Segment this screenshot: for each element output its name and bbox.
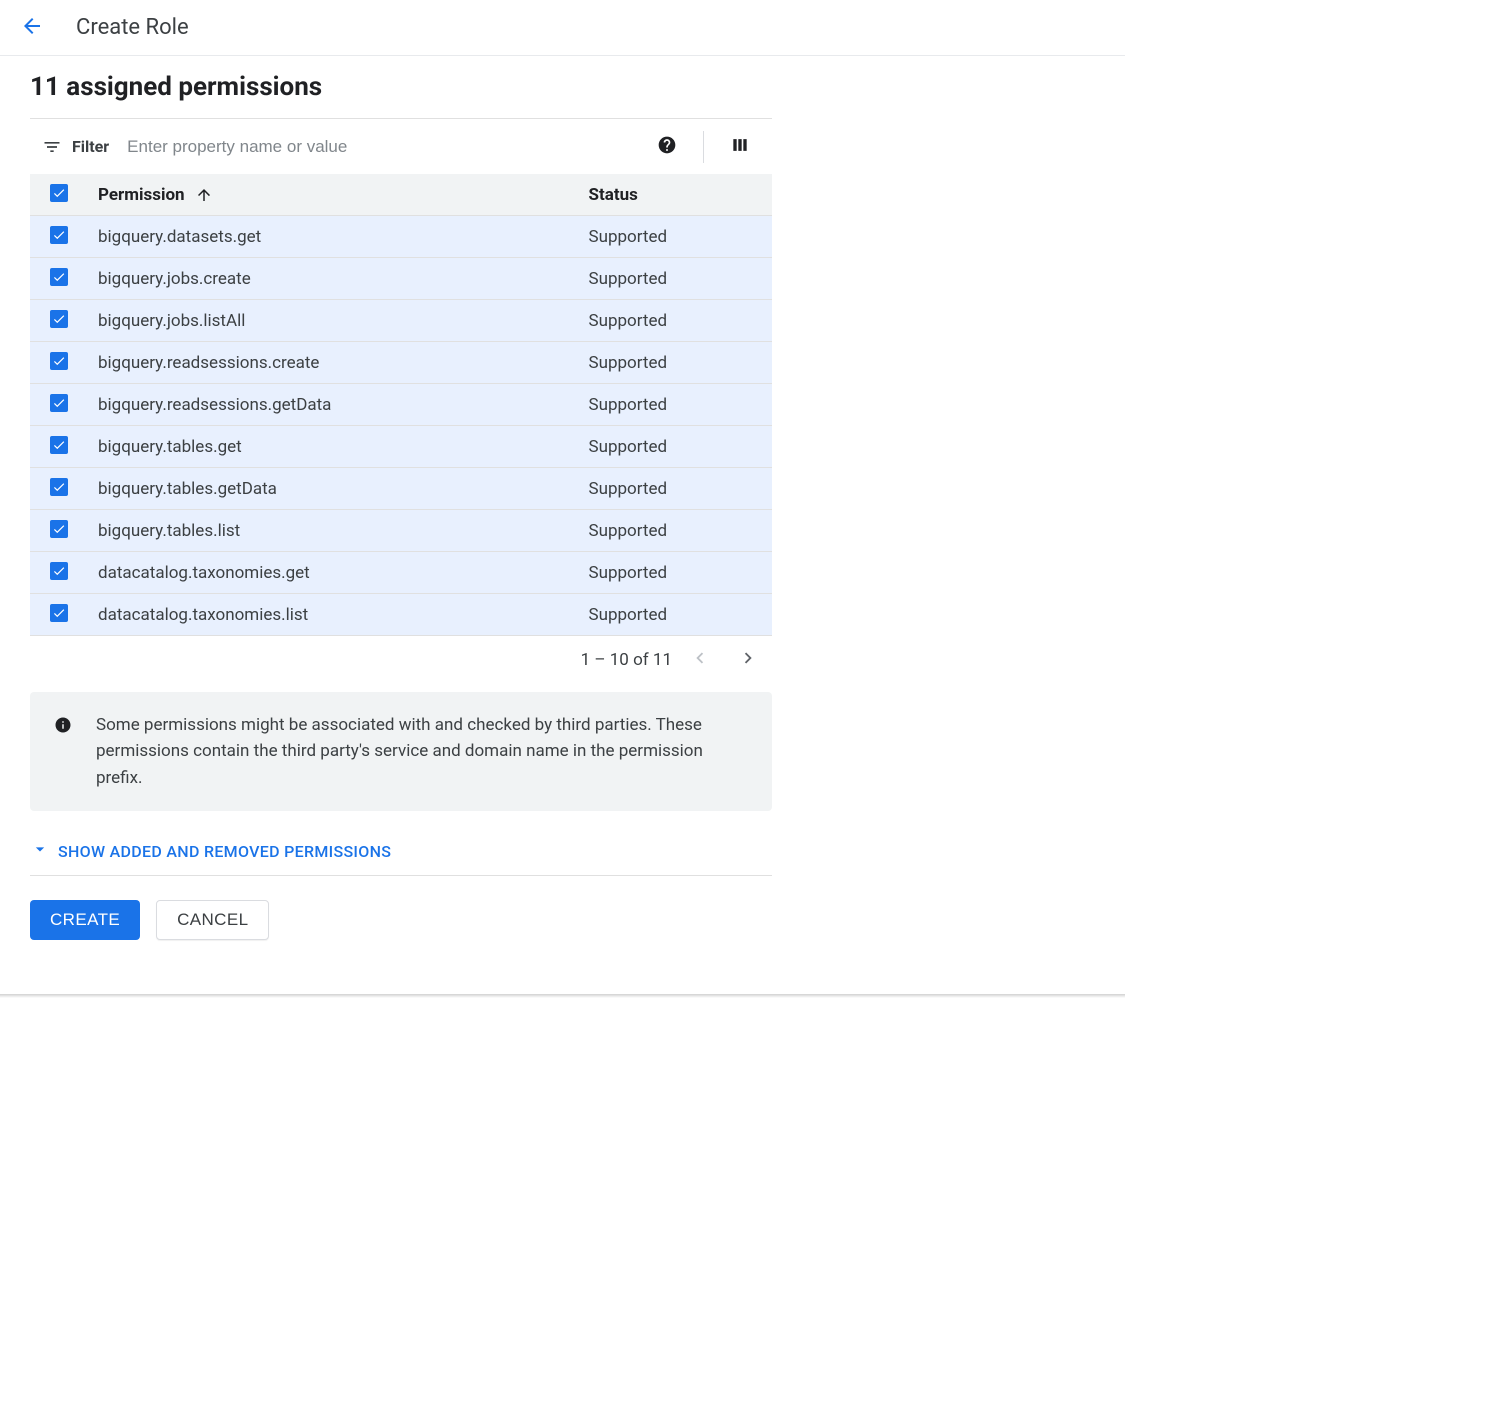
next-page-button[interactable] <box>728 640 768 680</box>
status-cell: Supported <box>577 468 773 510</box>
status-cell: Supported <box>577 426 773 468</box>
chevron-down-icon <box>30 839 50 863</box>
divider <box>703 131 704 163</box>
topbar: Create Role <box>0 0 1125 56</box>
status-cell: Supported <box>577 300 773 342</box>
permission-cell: bigquery.readsessions.getData <box>86 384 577 426</box>
filter-icon <box>42 137 62 157</box>
status-cell: Supported <box>577 384 773 426</box>
status-cell: Supported <box>577 594 773 636</box>
table-row: bigquery.jobs.createSupported <box>30 258 772 300</box>
status-column-header[interactable]: Status <box>577 174 773 216</box>
back-button[interactable] <box>16 10 48 46</box>
row-checkbox[interactable] <box>50 436 68 454</box>
filter-input[interactable] <box>119 137 637 157</box>
create-button[interactable]: CREATE <box>30 900 140 940</box>
info-box: Some permissions might be associated wit… <box>30 692 772 811</box>
table-row: bigquery.jobs.listAllSupported <box>30 300 772 342</box>
table-row: bigquery.readsessions.getDataSupported <box>30 384 772 426</box>
table-header-row: Permission Status <box>30 174 772 216</box>
select-all-checkbox[interactable] <box>50 184 68 202</box>
arrow-left-icon <box>20 14 44 42</box>
prev-page-button[interactable] <box>680 640 720 680</box>
info-text: Some permissions might be associated wit… <box>96 712 748 791</box>
divider <box>30 875 772 876</box>
permission-cell: bigquery.jobs.listAll <box>86 300 577 342</box>
table-row: datacatalog.taxonomies.listSupported <box>30 594 772 636</box>
status-cell: Supported <box>577 342 773 384</box>
filter-label: Filter <box>72 137 109 156</box>
pagination-label: 1 – 10 of 11 <box>581 650 672 670</box>
status-cell: Supported <box>577 510 773 552</box>
permission-cell: bigquery.tables.get <box>86 426 577 468</box>
row-checkbox[interactable] <box>50 310 68 328</box>
permission-cell: bigquery.jobs.create <box>86 258 577 300</box>
permission-cell: bigquery.readsessions.create <box>86 342 577 384</box>
assigned-permissions-heading: 11 assigned permissions <box>30 72 772 102</box>
status-cell: Supported <box>577 216 773 258</box>
bottom-shadow <box>0 994 1125 998</box>
permission-cell: datacatalog.taxonomies.get <box>86 552 577 594</box>
permission-header-label: Permission <box>98 185 185 205</box>
help-icon <box>657 135 677 159</box>
permission-cell: bigquery.tables.list <box>86 510 577 552</box>
table-row: bigquery.tables.getDataSupported <box>30 468 772 510</box>
cancel-button[interactable]: CANCEL <box>156 900 269 940</box>
permission-cell: datacatalog.taxonomies.list <box>86 594 577 636</box>
pagination: 1 – 10 of 11 <box>30 636 772 684</box>
columns-button[interactable] <box>720 127 760 167</box>
row-checkbox[interactable] <box>50 352 68 370</box>
row-checkbox[interactable] <box>50 226 68 244</box>
row-checkbox[interactable] <box>50 562 68 580</box>
table-row: bigquery.tables.getSupported <box>30 426 772 468</box>
status-cell: Supported <box>577 552 773 594</box>
content: 11 assigned permissions Filter <box>0 56 802 988</box>
table-row: bigquery.readsessions.createSupported <box>30 342 772 384</box>
table-row: bigquery.tables.listSupported <box>30 510 772 552</box>
permission-column-header[interactable]: Permission <box>98 185 565 205</box>
row-checkbox[interactable] <box>50 520 68 538</box>
expander-label: SHOW ADDED AND REMOVED PERMISSIONS <box>58 842 391 861</box>
chevron-right-icon <box>737 647 759 674</box>
help-button[interactable] <box>647 127 687 167</box>
filter-bar: Filter <box>30 118 772 174</box>
row-checkbox[interactable] <box>50 268 68 286</box>
table-row: bigquery.datasets.getSupported <box>30 216 772 258</box>
chevron-left-icon <box>689 647 711 674</box>
columns-icon <box>730 135 750 159</box>
arrow-up-icon <box>195 186 213 204</box>
permission-cell: bigquery.tables.getData <box>86 468 577 510</box>
show-added-removed-toggle[interactable]: SHOW ADDED AND REMOVED PERMISSIONS <box>30 839 772 863</box>
status-cell: Supported <box>577 258 773 300</box>
permission-cell: bigquery.datasets.get <box>86 216 577 258</box>
page-title: Create Role <box>76 15 189 40</box>
table-row: datacatalog.taxonomies.getSupported <box>30 552 772 594</box>
info-icon <box>54 716 72 734</box>
row-checkbox[interactable] <box>50 394 68 412</box>
actions: CREATE CANCEL <box>30 900 772 964</box>
permissions-table: Permission Status bigquery.datasets.getS… <box>30 174 772 636</box>
row-checkbox[interactable] <box>50 478 68 496</box>
row-checkbox[interactable] <box>50 604 68 622</box>
